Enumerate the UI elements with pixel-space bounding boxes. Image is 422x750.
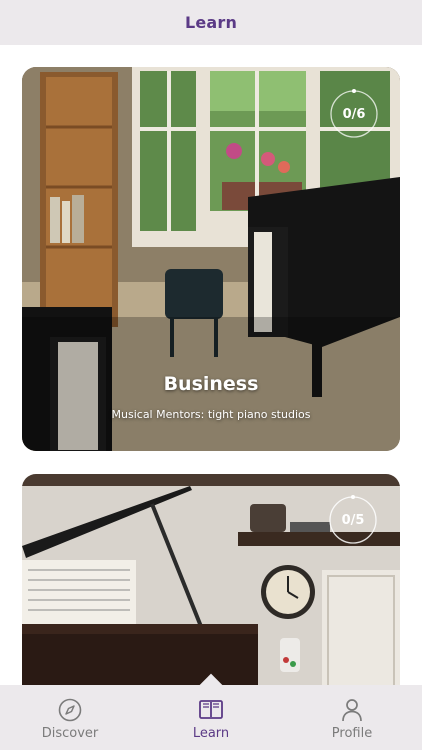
compass-icon bbox=[58, 698, 82, 722]
page-title: Learn bbox=[184, 13, 238, 32]
tab-label: Learn bbox=[192, 726, 230, 741]
progress-ring: 0/5 bbox=[328, 495, 378, 545]
tab-discover[interactable]: Discover bbox=[0, 685, 140, 750]
card-title: Business bbox=[163, 373, 259, 395]
book-icon bbox=[199, 700, 223, 719]
tab-profile[interactable]: Profile bbox=[282, 685, 422, 750]
card-subtitle: Musical Mentors: tight piano studios bbox=[111, 408, 311, 421]
tab-bar: Discover Learn Profile bbox=[0, 673, 422, 750]
course-card-2[interactable]: 0/5 bbox=[22, 474, 400, 700]
course-card-business[interactable]: 0/6 Business Musical Mentors: tight pian… bbox=[22, 67, 400, 451]
progress-count: 0/6 bbox=[342, 106, 366, 122]
tab-label: Profile bbox=[331, 726, 373, 741]
progress-count: 0/5 bbox=[341, 512, 365, 528]
tab-label: Discover bbox=[41, 726, 99, 741]
progress-ring: 0/6 bbox=[329, 89, 379, 139]
top-bar: Learn bbox=[0, 0, 422, 45]
person-icon bbox=[342, 699, 362, 722]
learn-screen: Learn 0/6 Business Musical Mentors: tigh… bbox=[0, 0, 422, 750]
tab-learn[interactable]: Learn bbox=[141, 685, 281, 750]
